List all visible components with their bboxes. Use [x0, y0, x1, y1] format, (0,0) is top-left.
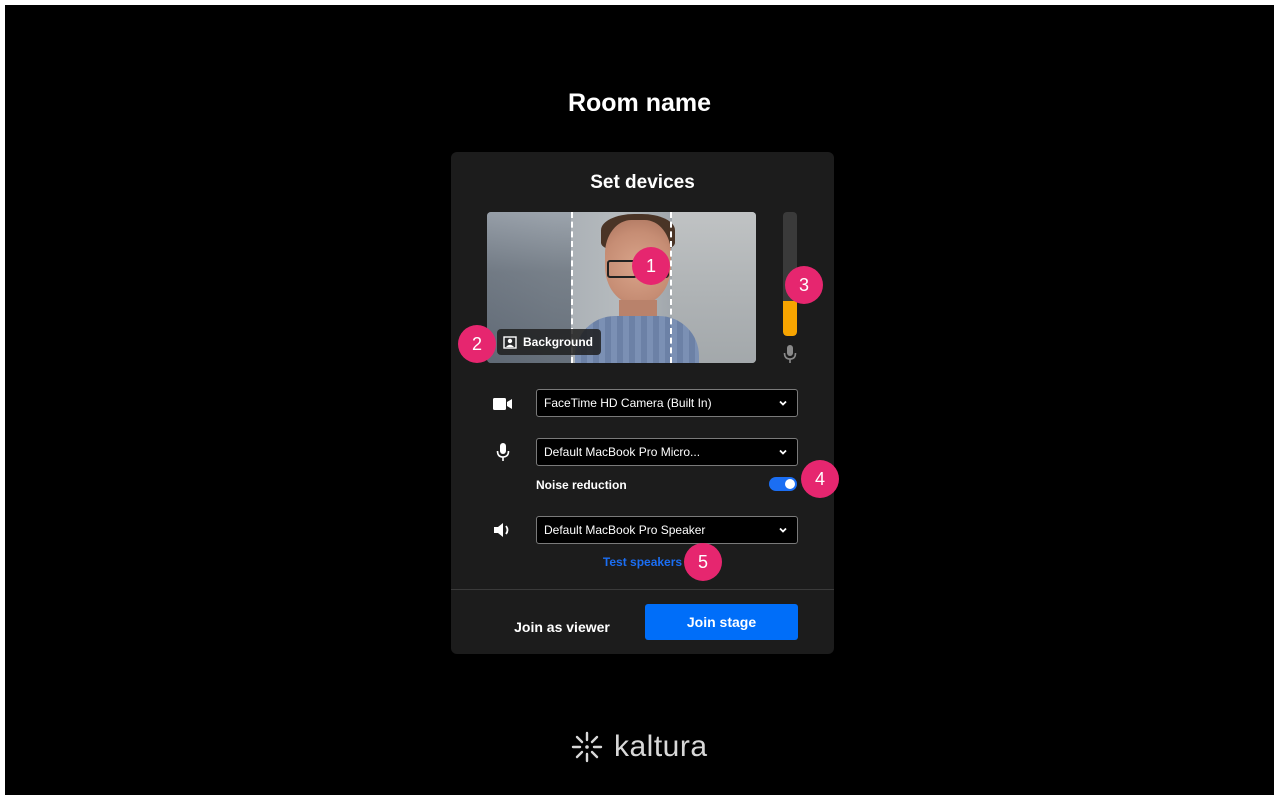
- room-title: Room name: [567, 89, 712, 117]
- panel-title: Set devices: [590, 172, 695, 193]
- callout-marker-1: 1: [632, 247, 670, 285]
- framing-guide-right: [670, 212, 672, 363]
- microphone-select-value: Default MacBook Pro Micro...: [544, 445, 701, 459]
- noise-reduction-label: Noise reduction: [536, 478, 627, 492]
- join-stage-button[interactable]: Join stage: [645, 604, 798, 640]
- camera-select-value: FaceTime HD Camera (Built In): [544, 396, 712, 410]
- mic-level-fill: [783, 301, 797, 336]
- brand-name: kaltura: [614, 730, 708, 763]
- panel-divider: [451, 589, 834, 590]
- device-settings-panel: Set devices Background FaceTime HD Camer…: [451, 152, 834, 654]
- main-stage: Room name Set devices Background FaceTim…: [5, 5, 1274, 795]
- background-button[interactable]: Background: [497, 329, 602, 355]
- speaker-icon: [494, 523, 509, 537]
- speaker-select-value: Default MacBook Pro Speaker: [544, 523, 706, 537]
- camera-icon: [493, 398, 512, 410]
- callout-marker-3: 3: [785, 266, 823, 304]
- callout-marker-4: 4: [801, 460, 839, 498]
- camera-select[interactable]: FaceTime HD Camera (Built In): [536, 389, 798, 417]
- toggle-knob: [785, 479, 795, 489]
- speaker-select[interactable]: Default MacBook Pro Speaker: [536, 516, 798, 544]
- kaltura-logo: kaltura: [570, 730, 708, 764]
- callout-marker-2: 2: [458, 325, 496, 363]
- microphone-icon: [496, 443, 510, 461]
- noise-reduction-toggle[interactable]: [769, 477, 797, 491]
- chevron-down-icon: [779, 449, 787, 455]
- microphone-select[interactable]: Default MacBook Pro Micro...: [536, 438, 798, 466]
- test-speakers-link[interactable]: Test speakers: [451, 555, 834, 569]
- microphone-icon: [783, 345, 797, 363]
- kaltura-logo-icon: [571, 731, 603, 763]
- callout-marker-5: 5: [684, 543, 722, 581]
- chevron-down-icon: [779, 527, 787, 533]
- chevron-down-icon: [779, 400, 787, 406]
- background-button-label: Background: [523, 335, 594, 349]
- join-as-viewer-button[interactable]: Join as viewer: [505, 610, 619, 644]
- background-icon: [503, 335, 517, 349]
